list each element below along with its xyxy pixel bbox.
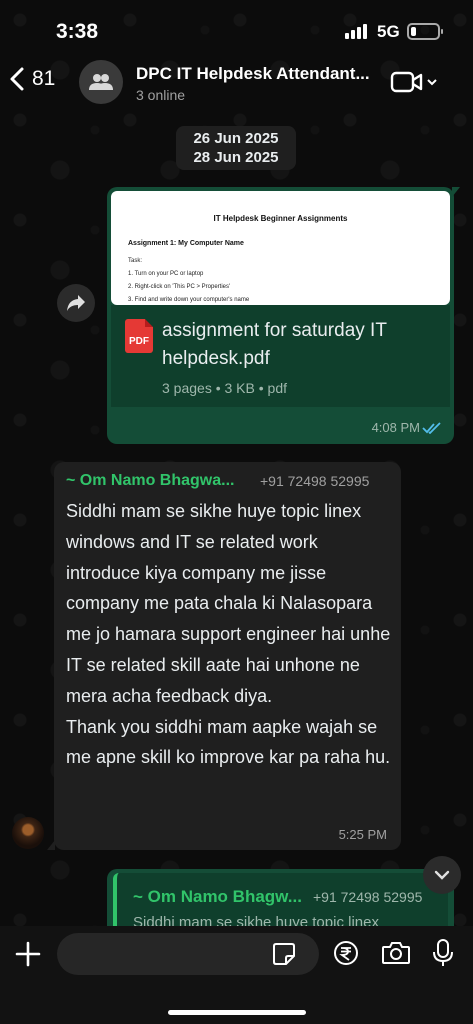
video-call-button[interactable] xyxy=(390,70,438,94)
online-status: 3 online xyxy=(136,87,186,103)
rupee-payment-icon[interactable] xyxy=(333,940,359,966)
unread-count: 81 xyxy=(32,67,56,90)
group-icon xyxy=(89,74,113,90)
read-ticks-icon xyxy=(422,422,441,434)
preview-line: 2. Right-click on 'This PC > Properties' xyxy=(128,284,231,290)
video-call-icon xyxy=(390,71,423,93)
message-text: Siddhi mam se sikhe huye topic linex win… xyxy=(66,501,391,768)
sender-phone: +91 72498 52995 xyxy=(260,473,370,489)
camera-icon[interactable] xyxy=(381,940,411,966)
back-chevron-icon xyxy=(10,67,24,91)
scroll-down-button[interactable] xyxy=(423,856,461,894)
preview-line: 1. Turn on your PC or laptop xyxy=(128,271,204,277)
pdf-file-meta: 3 pages • 3 KB • pdf xyxy=(162,380,287,396)
preview-line: 3. Find and write down your computer's n… xyxy=(128,297,250,303)
sender-avatar[interactable] xyxy=(12,817,44,849)
message-time: 4:08 PM xyxy=(371,420,420,435)
scroll-down-icon xyxy=(434,870,450,880)
forward-icon xyxy=(67,295,85,311)
signal-icon xyxy=(345,24,367,39)
status-time: 3:38 xyxy=(56,20,99,43)
pdf-file-info[interactable]: PDF assignment for saturday IT helpdesk.… xyxy=(111,305,450,407)
forward-button[interactable] xyxy=(57,284,95,322)
chat-header: 81 DPC IT Helpdesk Attendant... 3 online xyxy=(0,58,473,110)
sender-name[interactable]: ~ Om Namo Bhagwa... xyxy=(66,472,256,490)
pdf-file-name: assignment for saturday IT helpdesk.pdf xyxy=(162,320,387,369)
incoming-message-bubble[interactable]: ~ Om Namo Bhagwa... +91 72498 52995 Sidd… xyxy=(47,462,401,850)
pdf-icon-label: PDF xyxy=(129,336,149,347)
plus-icon[interactable] xyxy=(14,940,42,968)
group-avatar[interactable] xyxy=(79,60,123,104)
preview-heading: Assignment 1: My Computer Name xyxy=(128,240,244,247)
back-button[interactable]: 81 xyxy=(8,66,55,92)
preview-title: IT Helpdesk Beginner Assignments xyxy=(213,214,348,223)
quoted-sender: ~ Om Namo Bhagw... xyxy=(133,887,302,906)
group-title[interactable]: DPC IT Helpdesk Attendant... xyxy=(136,64,382,84)
battery-icon xyxy=(407,23,443,40)
pdf-file-icon: PDF xyxy=(125,319,153,353)
preview-line: Task: xyxy=(128,258,143,264)
message-time: 5:25 PM xyxy=(338,827,387,842)
sticker-icon[interactable] xyxy=(272,942,296,966)
status-bar: 3:38 5G xyxy=(0,0,473,60)
pdf-preview[interactable]: IT Helpdesk Beginner Assignments Assignm… xyxy=(111,191,450,305)
microphone-icon[interactable] xyxy=(432,938,454,968)
quoted-phone: +91 72498 52995 xyxy=(313,889,423,905)
network-type: 5G xyxy=(377,22,400,41)
chevron-down-icon xyxy=(427,79,437,86)
date-line-1: 26 Jun 2025 xyxy=(193,130,279,147)
date-chip: 26 Jun 2025 28 Jun 2025 xyxy=(176,126,296,170)
pdf-message-bubble[interactable]: IT Helpdesk Beginner Assignments Assignm… xyxy=(107,187,460,444)
date-line-2: 28 Jun 2025 xyxy=(193,149,279,166)
home-indicator xyxy=(168,1010,306,1015)
